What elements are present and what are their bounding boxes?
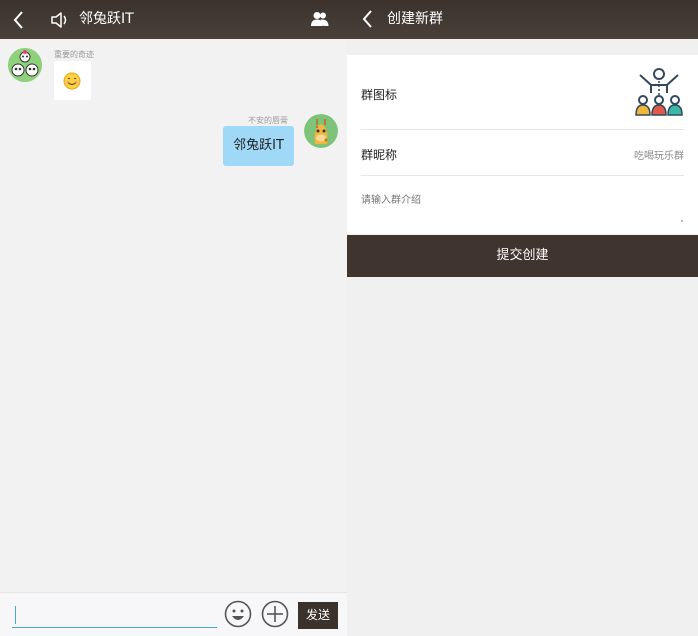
chat-input-bar: 发送: [0, 592, 347, 636]
emoji-face-icon[interactable]: [224, 600, 252, 628]
page-title: 创建新群: [387, 11, 443, 27]
create-group-form: 群图标 群昵称 吃喝玩乐群: [347, 55, 698, 234]
cursor-caret: [15, 606, 16, 624]
group-members-icon[interactable]: [311, 11, 329, 27]
message-input[interactable]: [12, 604, 217, 628]
create-group-panel: 创建新群 群图标 群昵称 吃喝玩乐群 提交创建: [347, 0, 698, 636]
create-group-header: 创建新群: [347, 0, 698, 39]
group-nickname-value[interactable]: 吃喝玩乐群: [634, 147, 684, 162]
back-chevron-icon[interactable]: [12, 10, 26, 30]
group-icon-label: 群图标: [361, 88, 398, 102]
plus-circle-icon[interactable]: [261, 600, 289, 628]
message-bubble[interactable]: 邻兔跃IT: [223, 126, 294, 166]
resize-handle-icon: [681, 220, 683, 222]
back-chevron-icon[interactable]: [361, 9, 375, 29]
message-bubble[interactable]: [54, 61, 91, 100]
message-nickname: 不安的唇膏: [248, 116, 288, 125]
chat-panel: 邻兔跃IT 重要的奇迹 不安的唇膏 邻兔跃IT 发送: [0, 0, 347, 636]
group-intro-field[interactable]: [357, 187, 687, 225]
send-button[interactable]: 发送: [298, 602, 338, 629]
submit-create-button[interactable]: 提交创建: [347, 235, 698, 277]
divider: [361, 175, 684, 176]
group-nickname-label: 群昵称: [361, 148, 398, 162]
chat-header: 邻兔跃IT: [0, 0, 347, 39]
panda-avatar[interactable]: [8, 48, 42, 82]
speaker-icon[interactable]: [49, 10, 69, 30]
chat-title: 邻兔跃IT: [79, 11, 134, 27]
message-text: 邻兔跃IT: [233, 138, 284, 153]
giraffe-avatar[interactable]: [304, 114, 338, 148]
message-nickname: 重要的奇迹: [54, 50, 94, 59]
group-people-icon[interactable]: [634, 67, 684, 117]
smile-emoji-icon: [63, 72, 81, 90]
divider: [361, 129, 684, 130]
